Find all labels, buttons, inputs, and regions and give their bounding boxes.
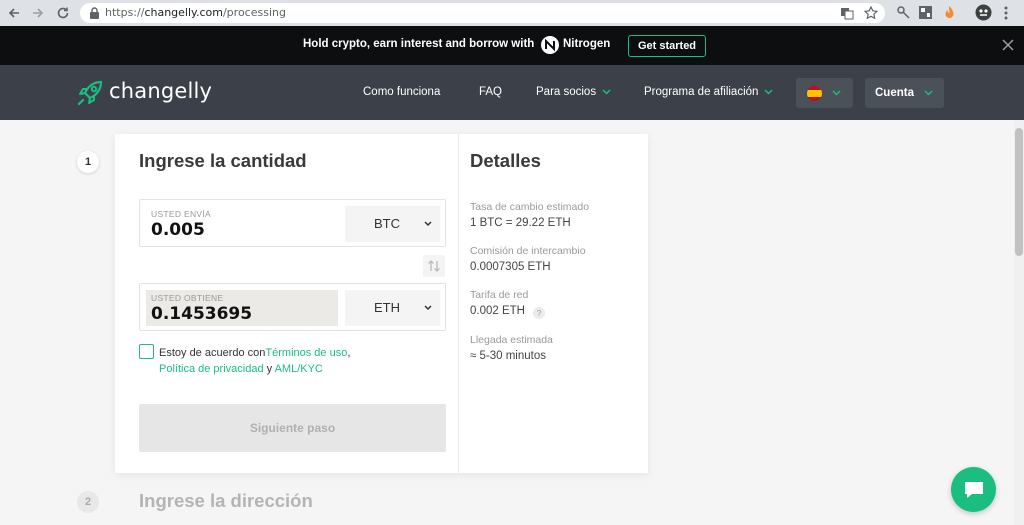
- chevron-down-icon: [924, 90, 933, 96]
- arrival-label: Llegada estimada: [470, 334, 553, 346]
- browser-toolbar: https://changelly.com/processing: [0, 0, 1024, 26]
- terms-of-use-link[interactable]: Términos de uso: [265, 347, 347, 359]
- details-title: Detalles: [470, 150, 541, 171]
- browser-menu-icon[interactable]: [1004, 6, 1008, 20]
- extension-fire-icon[interactable]: [942, 5, 957, 20]
- site-header: changelly Como funciona FAQ Para socios …: [0, 65, 1024, 120]
- rocket-logo-icon[interactable]: [75, 78, 105, 108]
- terms-checkbox[interactable]: [139, 344, 154, 359]
- terms-agreement-text: Estoy de acuerdo conTérminos de uso, Pol…: [159, 347, 351, 375]
- rate-value: 1 BTC = 29.22 ETH: [470, 217, 571, 229]
- privacy-policy-link[interactable]: Política de privacidad: [159, 363, 264, 375]
- chevron-down-icon: [602, 89, 611, 95]
- scrollbar-thumb[interactable]: [1015, 128, 1023, 256]
- logo-text[interactable]: changelly: [109, 79, 212, 103]
- chevron-down-icon: [764, 89, 773, 95]
- back-icon[interactable]: [5, 4, 23, 22]
- step-1-title: Ingrese la cantidad: [139, 150, 307, 171]
- address-bar[interactable]: https://changelly.com/processing: [80, 3, 885, 23]
- get-amount-field: USTED OBTIENE 0.1453695 ETH: [139, 283, 446, 331]
- spain-flag-icon: [807, 86, 822, 101]
- next-step-button[interactable]: Siguiente paso: [139, 404, 446, 452]
- get-output-box: USTED OBTIENE 0.1453695: [146, 290, 338, 326]
- promo-text: Hold crypto, earn interest and borrow wi…: [303, 38, 535, 50]
- arrival-value: ≈ 5-30 minutos: [470, 350, 546, 362]
- step-2-indicator: 2: [77, 491, 99, 513]
- translate-icon[interactable]: [840, 6, 854, 20]
- nav-programa-afiliacion[interactable]: Programa de afiliación: [644, 86, 773, 98]
- nav-para-socios[interactable]: Para socios: [536, 86, 611, 98]
- get-currency-select[interactable]: ETH: [345, 290, 440, 326]
- send-input-box[interactable]: USTED ENVÍA 0.005: [146, 206, 338, 242]
- send-currency-select[interactable]: BTC: [345, 206, 440, 242]
- chevron-down-icon: [832, 90, 841, 96]
- reload-icon[interactable]: [54, 4, 72, 22]
- extension-qr-icon[interactable]: [918, 5, 933, 20]
- chevron-down-icon: [424, 305, 432, 311]
- fee-label: Comisión de intercambio: [470, 245, 586, 257]
- nav-como-funciona[interactable]: Como funciona: [363, 86, 440, 98]
- language-selector[interactable]: [796, 78, 853, 108]
- get-amount-value: 0.1453695: [151, 304, 253, 324]
- star-icon[interactable]: [864, 6, 878, 20]
- chat-button[interactable]: [951, 467, 996, 512]
- send-amount-input[interactable]: 0.005: [151, 220, 205, 240]
- step-1-indicator: 1: [77, 151, 99, 173]
- chevron-down-icon: [424, 221, 432, 227]
- send-amount-field: USTED ENVÍA 0.005 BTC: [139, 199, 446, 247]
- nitrogen-logo-icon: [541, 36, 559, 54]
- forward-icon[interactable]: [29, 4, 47, 22]
- lock-icon: [90, 7, 99, 19]
- swap-button[interactable]: [423, 255, 445, 277]
- network-fee-value: 0.002 ETH: [470, 305, 525, 317]
- rate-label: Tasa de cambio estimado: [470, 201, 590, 213]
- extension-key-icon[interactable]: [896, 5, 911, 20]
- step-2-title: Ingrese la dirección: [139, 490, 313, 511]
- swap-arrows-icon: [428, 260, 440, 272]
- chat-bubble-icon: [964, 481, 983, 498]
- close-icon[interactable]: [1001, 38, 1015, 52]
- fee-value: 0.0007305 ETH: [470, 261, 551, 273]
- url-text: https://changelly.com/processing: [105, 6, 286, 19]
- profile-avatar-icon[interactable]: [975, 4, 992, 21]
- account-button[interactable]: Cuenta: [865, 78, 944, 108]
- aml-kyc-link[interactable]: AML/KYC: [275, 363, 323, 375]
- card-divider: [458, 134, 459, 473]
- get-started-button[interactable]: Get started: [628, 35, 706, 57]
- help-icon[interactable]: ?: [533, 307, 545, 319]
- network-fee-label: Tarifa de red: [470, 289, 529, 301]
- send-label: USTED ENVÍA: [151, 209, 211, 219]
- get-label: USTED OBTIENE: [151, 293, 224, 303]
- promo-brand: Nitrogen: [563, 38, 611, 50]
- nav-faq[interactable]: FAQ: [479, 86, 502, 98]
